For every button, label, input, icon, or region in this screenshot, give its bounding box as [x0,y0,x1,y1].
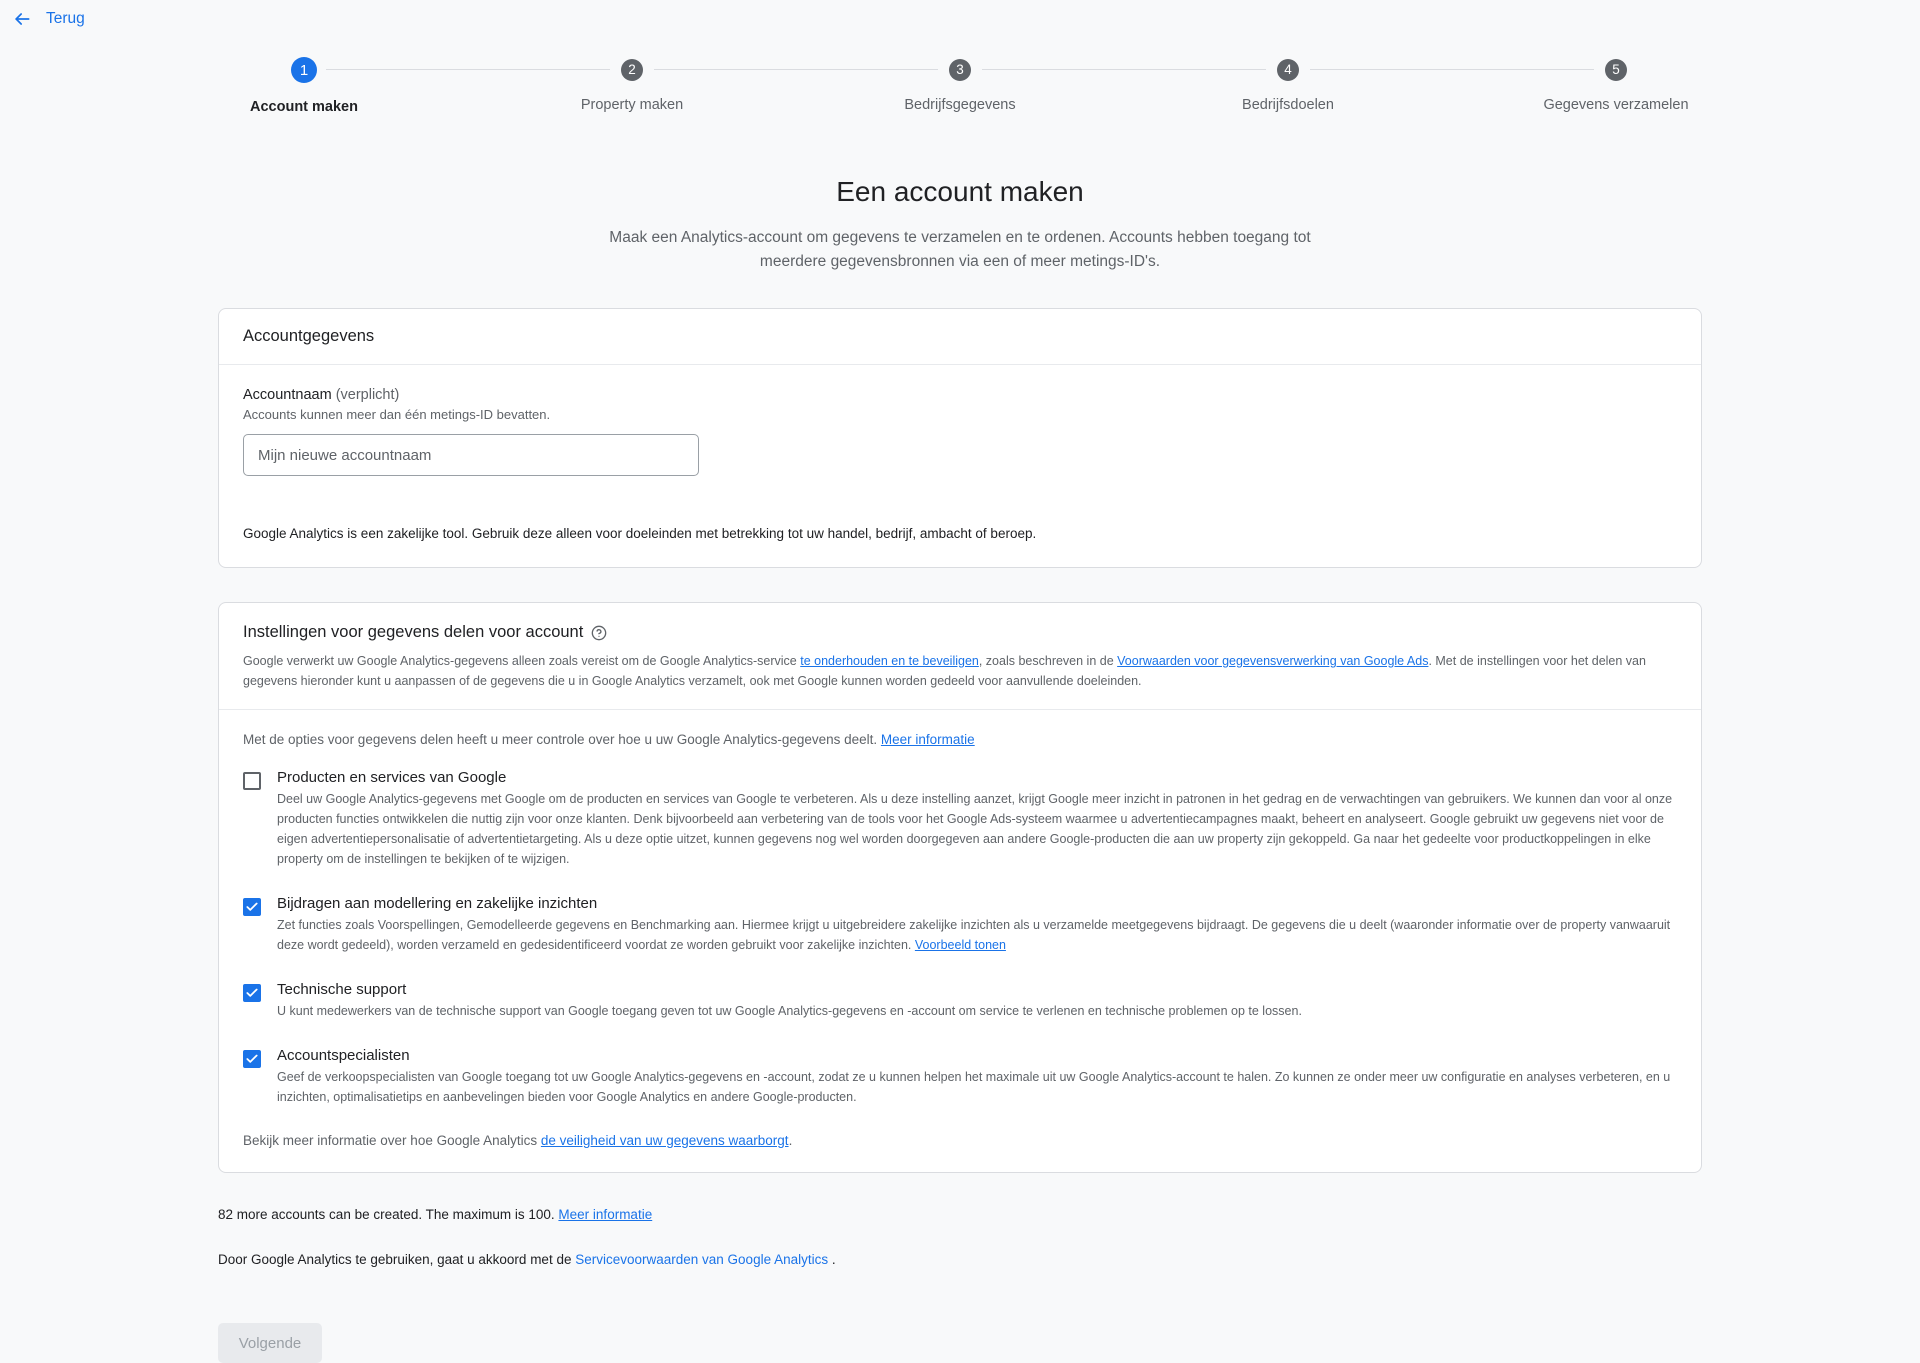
checkbox-checked-icon[interactable] [243,1050,261,1069]
option-link[interactable]: Voorbeeld tonen [915,938,1006,952]
stepper-step-number: 4 [1277,59,1299,81]
stepper-connector-left [1452,69,1594,70]
quota-more-info-link[interactable]: Meer informatie [558,1207,652,1222]
data-sharing-option: Technische support U kunt medewerkers van… [243,981,1677,1021]
stepper-connector-right [1310,69,1452,70]
google-ads-terms-link[interactable]: Voorwaarden voor gegevensverwerking van … [1117,654,1428,668]
data-sharing-description: Google verwerkt uw Google Analytics-gege… [243,651,1677,691]
data-sharing-intro: Met de opties voor gegevens delen heeft … [243,732,1677,747]
stepper-step-label: Account maken [250,99,358,115]
stepper-step-number: 5 [1605,59,1627,81]
page-title: Een account maken [836,176,1084,207]
account-name-help: Accounts kunnen meer dan één metings-ID … [243,407,551,423]
stepper-step-label: Property maken [580,97,684,113]
data-sharing-option: Accountspecialisten Geef de verkoopspecia… [243,1047,1677,1107]
account-name-label-text: Accountnaam [243,387,332,404]
top-bar: Terug [0,0,1920,38]
option-description: Deel uw Google Analytics-gegevens met Go… [277,792,1673,867]
stepper-step-label: Bedrijfsgegevens [904,97,1016,113]
stepper: 1 Account maken 2 Property maken 3 Bedrijfsge… [0,52,1920,134]
ds-footer-end: . [788,1133,793,1149]
ds-desc-part2: , zoals beschreven in de [978,654,1118,669]
data-sharing-option: Bijdragen aan modellering en zakelijke i… [243,895,1677,955]
stepper-connector-right [654,69,796,70]
data-sharing-card: Instellingen voor gegevens delen voor ac… [218,602,1702,1174]
page-subtitle: Maak een Analytics-account om gegevens t… [609,229,1311,271]
data-safety-link[interactable]: de veiligheid van uw gegevens waarborgt [541,1133,789,1148]
stepper-step-4: 4 Bedrijfsdoelen [1124,52,1452,113]
intro-more-info-link[interactable]: Meer informatie [881,732,975,747]
stepper-step-1: 1 Account maken [140,52,468,115]
option-description: Geef de verkoopspecialisten van Google t… [277,1070,1671,1105]
business-tool-note: Google Analytics is een zakelijke tool. … [243,526,1037,542]
terms-text: Door Google Analytics te gebruiken, gaat… [218,1252,1702,1267]
ds-intro-text: Met de opties voor gegevens delen heeft … [243,732,881,748]
back-button-label: Terug [46,10,85,27]
account-quota-text: 82 more accounts can be created. The max… [218,1207,1702,1222]
account-name-label: Accountnaam (verplicht) [243,387,1677,403]
stepper-connector-right [982,69,1124,70]
account-name-input[interactable] [243,434,699,477]
terms-prefix: Door Google Analytics te gebruiken, gaat… [218,1252,576,1268]
stepper-connector-left [796,69,938,70]
ds-footer-text: Bekijk meer informatie over hoe Google A… [243,1133,541,1149]
terms-of-service-link[interactable]: Servicevoorwaarden van Google Analytics [575,1252,832,1267]
option-title: Technische support [277,981,407,999]
option-description: Zet functies zoals Voorspellingen, Gemod… [277,918,1671,953]
stepper-step-5: 5 Gegevens verzamelen [1452,52,1780,113]
arrow-left-icon [12,9,32,29]
maintain-secure-link[interactable]: te onderhouden en te beveiligen [800,654,979,668]
quota-text: 82 more accounts can be created. The max… [218,1207,559,1223]
help-circle-icon[interactable] [591,625,607,641]
stepper-step-number: 2 [621,59,643,81]
next-button[interactable]: Volgende [218,1323,322,1363]
option-title: Producten en services van Google [277,769,507,787]
checkbox-checked-icon[interactable] [243,898,261,917]
bottom-section: 82 more accounts can be created. The max… [218,1207,1702,1363]
data-sharing-footer: Bekijk meer informatie over hoe Google A… [243,1133,1677,1148]
stepper-step-label: Bedrijfsdoelen [1242,97,1334,113]
stepper-step-3: 3 Bedrijfsgegevens [796,52,1124,113]
option-title: Bijdragen aan modellering en zakelijke i… [277,895,598,913]
account-details-card: Accountgegevens Accountnaam (verplicht) … [218,308,1702,569]
data-sharing-option: Producten en services van Google Deel uw … [243,769,1677,869]
stepper-step-2: 2 Property maken [468,52,796,113]
stepper-connector-left [468,69,610,70]
data-sharing-title-text: Instellingen voor gegevens delen voor ac… [243,623,584,642]
stepper-connector-right [326,69,468,70]
stepper-step-number: 3 [949,59,971,81]
ds-desc-part1: Google verwerkt uw Google Analytics-gege… [243,654,801,669]
account-details-header: Accountgegevens [219,309,1701,366]
back-button[interactable]: Terug [12,9,85,29]
option-title: Accountspecialisten [277,1047,410,1065]
stepper-step-label: Gegevens verzamelen [1543,97,1689,113]
terms-suffix: . [831,1252,836,1268]
account-name-required-text: (verplicht) [335,387,400,404]
stepper-connector-left [1124,69,1266,70]
option-description: U kunt medewerkers van de technische sup… [277,1004,1302,1019]
stepper-step-number: 1 [291,57,317,83]
checkbox-unchecked-icon[interactable] [243,772,261,791]
checkbox-checked-icon[interactable] [243,984,261,1003]
data-sharing-title: Instellingen voor gegevens delen voor ac… [243,623,1677,642]
